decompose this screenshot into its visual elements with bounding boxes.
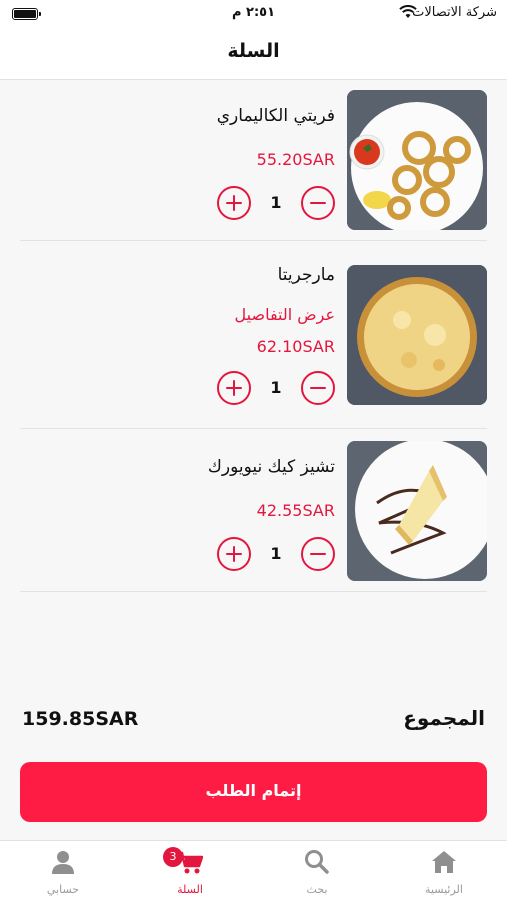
item-name: تشيز كيك نيويورك — [207, 457, 335, 477]
item-name: مارجريتا — [277, 265, 335, 285]
tab-label: حسابي — [46, 883, 80, 896]
item-name: فريتي الكاليماري — [216, 106, 335, 126]
total-value: 159.85SAR — [22, 708, 139, 730]
item-price: 42.55SAR — [256, 501, 335, 520]
quantity-value: 1 — [270, 193, 282, 212]
decrease-quantity-button[interactable] — [301, 537, 335, 571]
page-header: السلة — [0, 28, 507, 80]
tab-label: بحث — [306, 883, 328, 896]
tab-account[interactable]: حسابي — [0, 841, 126, 900]
increase-quantity-button[interactable] — [217, 537, 251, 571]
tab-home[interactable]: الرئيسية — [381, 841, 507, 900]
tab-label: الرئيسية — [425, 883, 463, 896]
order-total: 159.85SAR المجموع — [20, 704, 487, 738]
quantity-value: 1 — [270, 378, 282, 397]
item-price: 62.10SAR — [256, 337, 335, 356]
increase-quantity-button[interactable] — [217, 371, 251, 405]
status-bar: ٢:٥١ م شركة الاتصالات — [0, 0, 507, 28]
quantity-stepper: 1 — [217, 537, 335, 571]
tab-search[interactable]: بحث — [254, 841, 380, 900]
search-icon — [305, 850, 329, 874]
tab-cart[interactable]: 3 السلة — [127, 841, 253, 900]
item-price: 55.20SAR — [256, 150, 335, 169]
quantity-stepper: 1 — [217, 371, 335, 405]
home-icon — [432, 851, 456, 873]
tab-label: السلة — [177, 883, 203, 896]
decrease-quantity-button[interactable] — [301, 186, 335, 220]
cart-item: فريتي الكاليماري 55.20SAR 1 — [20, 90, 487, 241]
quantity-stepper: 1 — [217, 186, 335, 220]
fried-calamari-photo[interactable] — [347, 90, 487, 230]
increase-quantity-button[interactable] — [217, 186, 251, 220]
cart-item: تشيز كيك نيويورك 42.55SAR 1 — [20, 441, 487, 592]
cheesecake-photo[interactable] — [347, 441, 487, 581]
cart-item: مارجريتا عرض التفاصيل 62.10SAR 1 — [20, 265, 487, 429]
decrease-quantity-button[interactable] — [301, 371, 335, 405]
margherita-pizza-photo[interactable] — [347, 265, 487, 405]
user-icon — [52, 851, 74, 874]
page-title: السلة — [227, 40, 280, 62]
cart-count-badge: 3 — [163, 847, 183, 867]
checkout-button[interactable]: إتمام الطلب — [20, 762, 487, 822]
checkout-button-label: إتمام الطلب — [205, 781, 302, 800]
view-details-link[interactable]: عرض التفاصيل — [235, 305, 335, 324]
quantity-value: 1 — [270, 544, 282, 563]
carrier-name: شركة الاتصالات — [412, 5, 497, 20]
total-label: المجموع — [403, 706, 485, 730]
tab-bar: حسابي 3 السلة بحث الرئيسية — [0, 840, 507, 900]
